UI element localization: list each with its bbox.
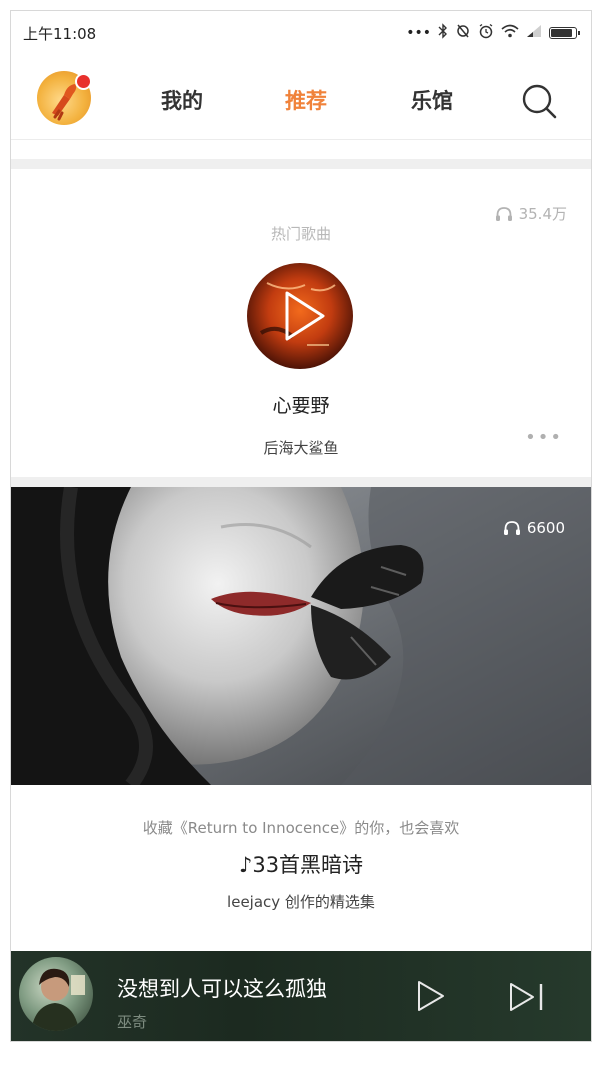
next-track-icon (510, 983, 543, 1011)
section-divider (11, 477, 591, 487)
tab-music-hall[interactable]: 乐馆 (411, 85, 453, 115)
album-cover[interactable] (247, 263, 353, 369)
dots-icon: ••• (406, 25, 431, 41)
playlist-card[interactable]: 6600 收藏《Return to Innocence》的你，也会喜欢 ♪33首… (11, 487, 591, 947)
playlist-subtitle: 收藏《Return to Innocence》的你，也会喜欢 (142, 819, 460, 837)
search-button[interactable] (519, 81, 559, 121)
signal-icon (526, 24, 542, 42)
more-options-button[interactable]: ••• (525, 427, 563, 448)
headphones-icon (503, 521, 520, 535)
tab-recommend[interactable]: 推荐 (285, 85, 327, 115)
hot-song-play-count: 35.4万 (495, 203, 567, 224)
play-triangle-icon (259, 282, 336, 346)
status-bar: 上午11:08 ••• (11, 11, 591, 55)
section-divider (11, 159, 591, 169)
now-playing-cover[interactable] (19, 957, 93, 1031)
next-button[interactable] (507, 981, 547, 1013)
headphones-icon (495, 206, 512, 221)
playlist-count-text: 6600 (526, 519, 565, 537)
status-icons: ••• (406, 23, 580, 43)
play-icon (418, 981, 444, 1011)
playlist-title[interactable]: ♪33首黑暗诗 (11, 849, 591, 879)
battery-level (551, 29, 572, 37)
section-label: 热门歌曲 (270, 225, 331, 243)
song-title[interactable]: 心要野 (11, 391, 591, 418)
playlist-creator: leejacy 创作的精选集 (227, 893, 375, 911)
cover-artwork (31, 968, 85, 1031)
song-artist[interactable]: 后海大鲨鱼 (11, 437, 591, 458)
search-icon (522, 84, 557, 119)
hot-song-card[interactable]: 35.4万 热门歌曲 心要野 后海大鲨鱼 ••• (11, 179, 591, 477)
bluetooth-icon (438, 23, 448, 43)
now-playing-artist: 巫奇 (117, 1013, 148, 1031)
wifi-icon (501, 24, 519, 42)
sync-icon (455, 23, 471, 43)
alarm-icon (478, 23, 494, 43)
battery-icon (549, 27, 580, 39)
tab-mine[interactable]: 我的 (161, 85, 203, 115)
top-nav-bar: 我的 推荐 乐馆 (11, 55, 591, 140)
playlist-play-count: 6600 (503, 519, 565, 537)
mini-player[interactable]: 没想到人可以这么孤独 巫奇 (11, 951, 591, 1041)
status-time: 上午11:08 (23, 24, 97, 43)
hot-song-count-text: 35.4万 (518, 205, 567, 223)
phone-screen: 上午11:08 ••• 我的 推荐 乐馆 35.4万 热门歌曲 心要野 后海大鲨… (10, 10, 592, 1042)
now-playing-title[interactable]: 没想到人可以这么孤独 (117, 973, 327, 1003)
notification-dot (75, 73, 92, 90)
play-button[interactable] (413, 979, 447, 1013)
